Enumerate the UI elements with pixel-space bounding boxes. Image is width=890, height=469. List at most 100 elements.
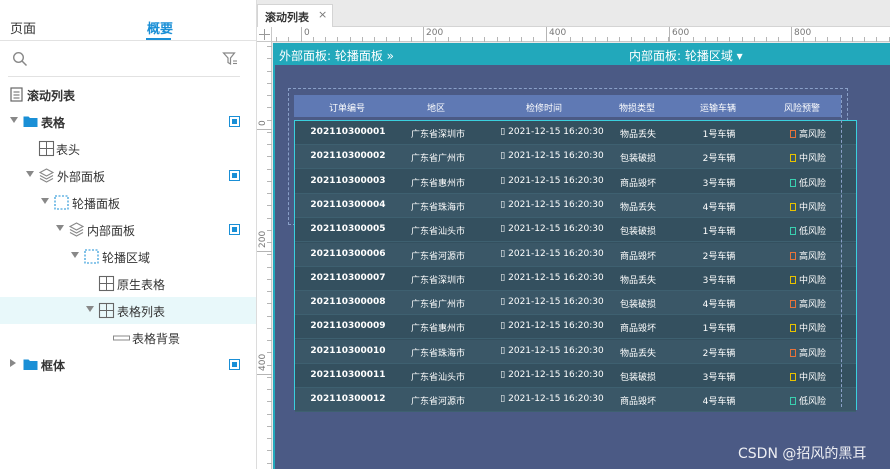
table-row[interactable]: 202110300005 广东省汕头市 ▯ 2021-12-15 16:20:30 包… [295, 218, 856, 243]
tree-item[interactable]: 内部面板 [0, 216, 256, 243]
table-row[interactable]: 202110300002 广东省广州市 ▯ 2021-12-15 16:20:30 包… [295, 145, 856, 170]
ruler-major-tick [301, 27, 302, 42]
table-cell: 包装破损 [619, 300, 657, 311]
table-cell: ▯ 2021-12-15 16:20:30 [500, 272, 604, 283]
tree-item[interactable]: 表格列表 [0, 297, 256, 324]
table-cell: 物品丢失 [619, 275, 657, 286]
table-row[interactable]: 202110300004 广东省珠海市 ▯ 2021-12-15 16:20:30 物… [295, 193, 856, 218]
ruler-tick [827, 37, 829, 42]
table-row[interactable]: 202110300012 广东省河源市 ▯ 2021-12-15 16:20:30 商… [295, 388, 856, 413]
panel-frame-edge [273, 65, 275, 469]
column-header[interactable]: 物损类型 [619, 101, 655, 114]
ruler-label: 400 [258, 353, 268, 371]
ruler-tick [267, 180, 272, 182]
tree-item-label: 表格背景 [132, 332, 181, 346]
table-row[interactable]: 202110300001 广东省深圳市 ▯ 2021-12-15 16:20:30 物… [295, 121, 856, 145]
collapse-arrow-icon[interactable] [71, 252, 79, 258]
close-icon[interactable]: × [318, 8, 327, 21]
collapse-arrow-icon[interactable] [86, 306, 94, 312]
ruler-label: 0 [304, 28, 310, 38]
expand-arrow-icon[interactable] [10, 359, 16, 367]
app-window: 页面 概要 滚动列表 表格 表头 外部面板 轮播面板内部面板轮播区域 原生表格 表格列表表格… [0, 0, 890, 469]
collapse-arrow-icon[interactable] [26, 171, 34, 177]
table-header[interactable]: 订单编号 地区 检修时间 物损类型 运输车辆 风险预警 [294, 95, 841, 117]
tree-item[interactable]: 表格 [0, 108, 256, 135]
search-icon[interactable] [12, 51, 28, 67]
guide-line [841, 95, 842, 407]
ruler-tick [778, 37, 780, 42]
table-row[interactable]: 202110300008 广东省广州市 ▯ 2021-12-15 16:20:30 包… [295, 291, 856, 316]
tree-item[interactable]: 表头 [0, 135, 256, 162]
tree-item[interactable]: 轮播面板 [0, 189, 256, 216]
ruler-tick [606, 37, 608, 42]
ruler-tick [594, 37, 596, 42]
table-cell: ▯ 2021-12-15 16:20:30 [500, 297, 604, 308]
table-row[interactable]: 202110300003 广东省惠州市 ▯ 2021-12-15 16:20:30 商… [295, 170, 856, 194]
tab-page[interactable]: 页面 [10, 18, 36, 37]
tab-overview[interactable]: 概要 [147, 18, 173, 37]
table-cell: 202110300012 [310, 394, 386, 405]
visibility-toggle-icon[interactable] [229, 224, 240, 235]
table-cell: 物品丢失 [619, 202, 657, 213]
ruler-tick [766, 37, 767, 42]
ruler-major-tick [257, 129, 272, 130]
tab-divider [0, 40, 256, 41]
design-canvas[interactable]: 外部面板: 轮播面板 » 内部面板: 轮播区域 ▾ 订单编号 地区 检修时间 物损类型… [273, 43, 890, 469]
outer-panel-label[interactable]: 外部面板: 轮播面板 » [279, 47, 394, 64]
visibility-toggle-icon[interactable] [229, 359, 240, 370]
ruler-tick [717, 37, 718, 42]
table-list[interactable]: 202110300001 广东省深圳市 ▯ 2021-12-15 16:20:30 物… [294, 120, 857, 413]
risk-cell: 中风险 [789, 370, 826, 383]
document-tab-bar: 滚动列表 × [257, 0, 890, 27]
tree-item[interactable]: 外部面板 [0, 162, 256, 189]
collapse-arrow-icon[interactable] [10, 117, 18, 123]
risk-cell: 低风险 [789, 224, 826, 237]
column-header[interactable]: 运输车辆 [700, 101, 736, 114]
inner-panel-label[interactable]: 内部面板: 轮播区域 ▾ [629, 47, 743, 64]
table-cell: 物品丢失 [619, 130, 657, 140]
ruler-tick [267, 205, 272, 207]
visibility-toggle-icon[interactable] [229, 116, 240, 127]
horizontal-ruler[interactable]: 0 200 400 600 800 [272, 27, 890, 42]
ruler-tick [276, 37, 277, 42]
column-header[interactable]: 订单编号 [329, 101, 365, 114]
column-header[interactable]: 检修时间 [526, 101, 562, 114]
collapse-arrow-icon[interactable] [56, 225, 64, 231]
ruler-tick [459, 37, 461, 42]
ruler-tick [267, 425, 272, 427]
ruler-label: 200 [426, 28, 444, 38]
table-row[interactable]: 202110300007 广东省深圳市 ▯ 2021-12-15 16:20:30 物… [295, 267, 856, 291]
tree-item[interactable]: 轮播区域 [0, 243, 256, 270]
ruler-tick [267, 401, 272, 403]
vertical-ruler[interactable]: 0 200 400 [257, 42, 272, 469]
visibility-toggle-icon[interactable] [229, 170, 240, 181]
tree-item-label: 内部面板 [87, 224, 136, 238]
ruler-tick [521, 37, 522, 42]
collapse-arrow-icon[interactable] [41, 198, 49, 204]
table-cell: 广东省河源市 [410, 251, 466, 262]
search-divider [8, 76, 240, 77]
tree-item[interactable]: 滚动列表 [0, 81, 256, 108]
ruler-corner[interactable] [257, 27, 272, 42]
document-tab[interactable]: 滚动列表 × [257, 4, 333, 27]
tree-item[interactable]: 框体 [0, 351, 256, 378]
ruler-tick [267, 291, 272, 292]
ruler-tick [337, 37, 339, 42]
table-row[interactable]: 202110300010 广东省珠海市 ▯ 2021-12-15 16:20:30 物… [295, 339, 856, 364]
table-cell: ▯ 2021-12-15 16:20:30 [500, 321, 604, 332]
ruler-tick [267, 462, 272, 464]
table-row[interactable]: 202110300006 广东省河源市 ▯ 2021-12-15 16:20:30 商… [295, 242, 856, 267]
risk-cell: 高风险 [789, 127, 826, 140]
risk-label: 中风险 [798, 324, 827, 335]
column-header[interactable]: 地区 [427, 101, 445, 114]
ruler-tick [692, 37, 694, 42]
table-row[interactable]: 202110300009 广东省惠州市 ▯ 2021-12-15 16:20:30 商… [295, 315, 856, 340]
column-header[interactable]: 风险预警 [784, 101, 820, 114]
tree-item[interactable]: 原生表格 [0, 270, 256, 297]
risk-label: 高风险 [798, 348, 827, 359]
filter-icon[interactable] [222, 51, 238, 67]
table-row[interactable]: 202110300011 广东省汕头市 ▯ 2021-12-15 16:20:30 包… [295, 364, 856, 388]
ruler-tick [267, 168, 272, 170]
tree-item[interactable]: 表格背景 [0, 324, 256, 351]
rectangle-icon [113, 329, 130, 346]
